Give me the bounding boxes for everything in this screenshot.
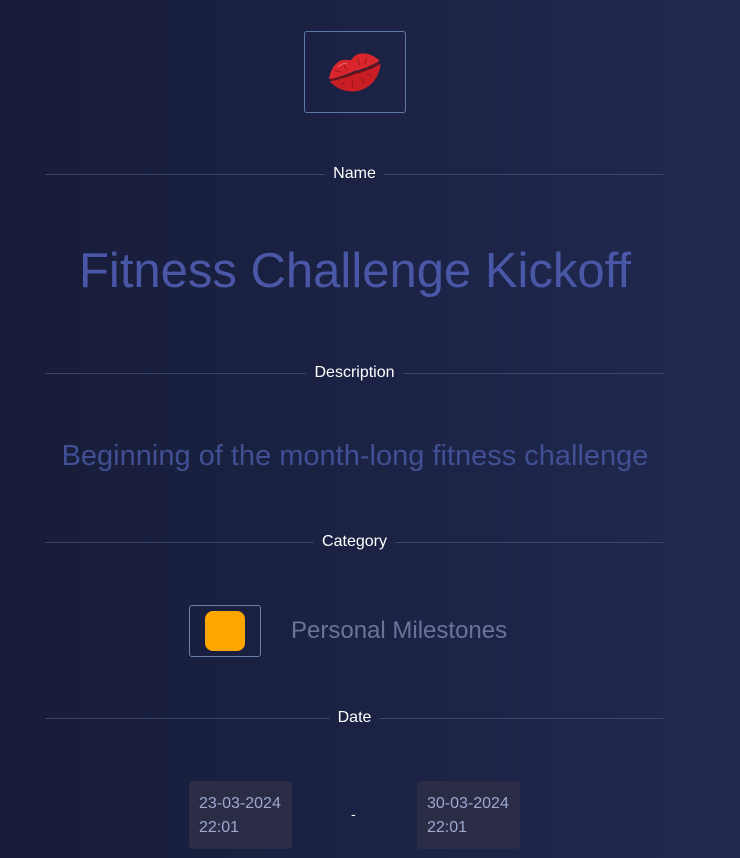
- name-divider: Name: [45, 164, 664, 184]
- date-range-separator: -: [351, 806, 356, 822]
- kiss-mark-icon: [329, 53, 381, 92]
- category-divider: Category: [45, 532, 665, 552]
- end-date-picker[interactable]: 30-03-2024 22:01: [417, 781, 520, 849]
- end-date: 30-03-2024: [427, 795, 509, 812]
- start-date: 23-03-2024: [199, 795, 281, 812]
- category-color-swatch: [205, 611, 245, 651]
- description-section-label: Description: [314, 364, 395, 381]
- description-divider: Description: [45, 363, 664, 383]
- category-name: Personal Milestones: [291, 617, 508, 644]
- event-description: Beginning of the month-long fitness chal…: [61, 440, 649, 472]
- date-divider: Date: [45, 708, 665, 728]
- date-section-label: Date: [337, 709, 372, 726]
- event-title: Fitness Challenge Kickoff: [79, 244, 631, 298]
- category-color-button[interactable]: [189, 605, 261, 657]
- start-time: 22:01: [199, 819, 240, 836]
- start-date-picker[interactable]: 23-03-2024 22:01: [189, 781, 292, 849]
- category-section-label: Category: [322, 533, 387, 550]
- event-icon-button[interactable]: [304, 31, 406, 113]
- name-section-label: Name: [333, 165, 376, 182]
- end-time: 22:01: [427, 819, 468, 836]
